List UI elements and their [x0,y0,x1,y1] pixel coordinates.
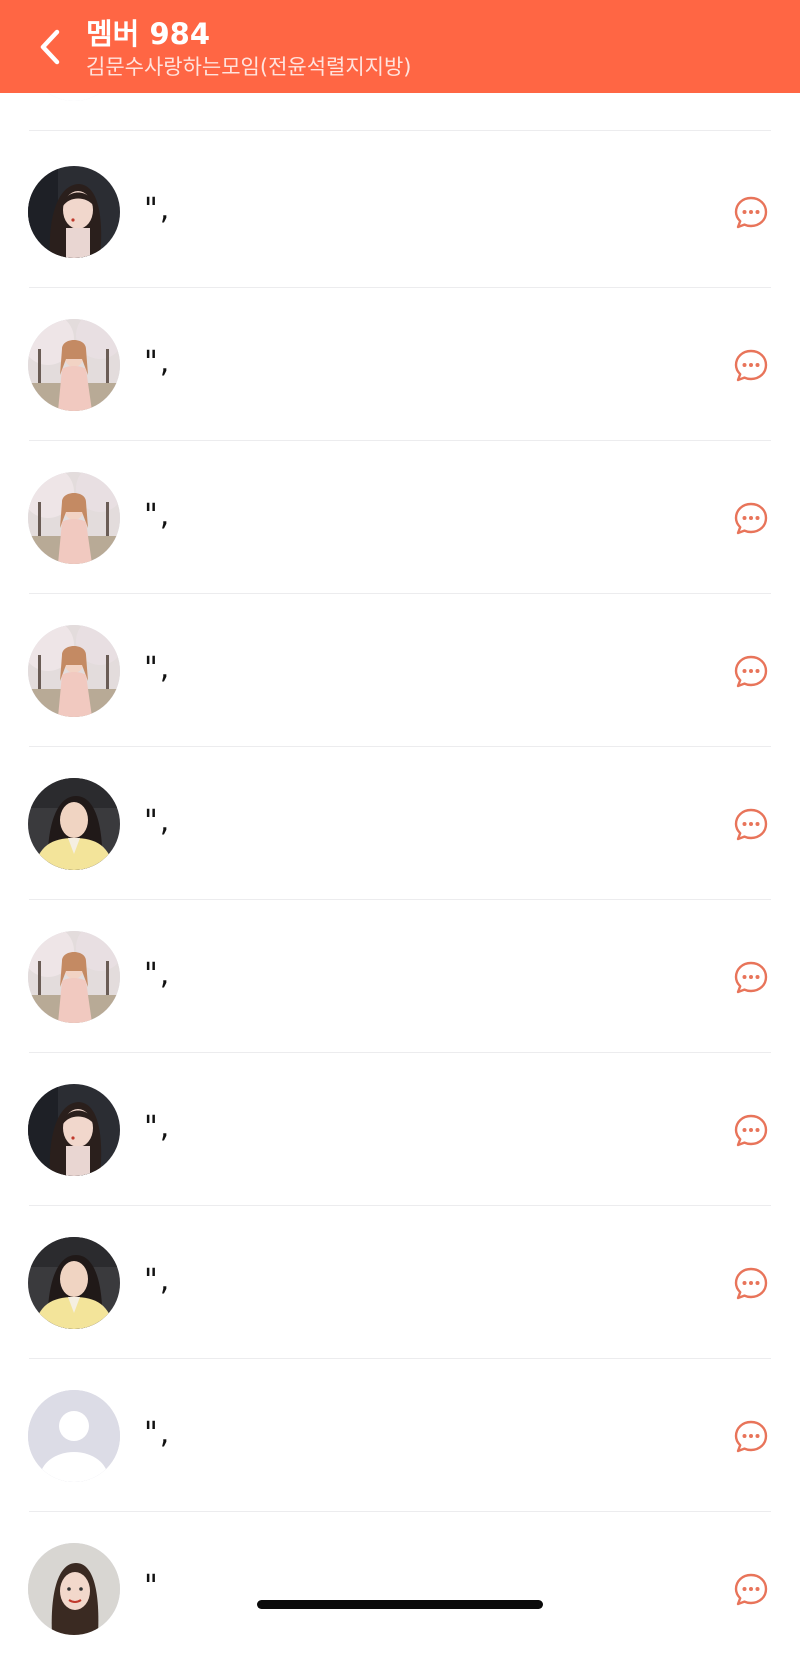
chat-bubble-icon [733,1573,769,1612]
chat-button[interactable] [733,1572,769,1608]
member-avatar[interactable] [28,931,120,1023]
page-title: 멤버 984 [86,17,210,51]
chat-button[interactable] [733,348,769,384]
chat-button[interactable] [733,1266,769,1302]
member-avatar[interactable] [28,1390,120,1482]
member-avatar[interactable] [28,472,120,564]
chat-bubble-icon [733,1114,769,1153]
member-row[interactable]: ", [0,900,800,1053]
member-row[interactable]: ", [0,747,800,900]
chat-button[interactable] [733,1113,769,1149]
chat-bubble-icon [733,349,769,388]
member-name: ", [144,1416,172,1451]
chat-button[interactable] [733,1419,769,1455]
member-name: ", [144,345,172,380]
member-name: ", [144,804,172,839]
header-text: 멤버 984 김문수사랑하는모임(전윤석렬지지방) [86,16,412,80]
member-name: ", [144,498,172,533]
member-name: ", [144,957,172,992]
chat-button[interactable] [733,654,769,690]
app-header: 멤버 984 김문수사랑하는모임(전윤석렬지지방) [0,0,800,93]
member-name: " [144,1569,160,1604]
member-avatar[interactable] [28,778,120,870]
chat-button[interactable] [733,960,769,996]
member-row[interactable]: ", [0,135,800,288]
member-row[interactable]: ", [0,1053,800,1206]
chat-bubble-icon [733,808,769,847]
member-name: ", [144,1263,172,1298]
chat-button[interactable] [733,195,769,231]
chat-bubble-icon [733,1420,769,1459]
member-avatar[interactable] [28,319,120,411]
chevron-left-icon [40,29,60,65]
chat-bubble-icon [733,655,769,694]
member-avatar[interactable] [28,166,120,258]
back-button[interactable] [28,22,72,72]
member-avatar[interactable] [28,1084,120,1176]
chat-bubble-icon [733,1267,769,1306]
member-row[interactable]: ", [0,594,800,747]
chat-button[interactable] [733,807,769,843]
member-row[interactable]: " [0,1512,800,1665]
chat-bubble-icon [733,961,769,1000]
member-name: ", [144,192,172,227]
row-divider [29,130,771,131]
member-name: ", [144,651,172,686]
home-indicator[interactable] [257,1600,543,1609]
page-subtitle: 김문수사랑하는모임(전윤석렬지지방) [86,55,412,79]
member-avatar[interactable] [28,1543,120,1635]
chat-bubble-icon [733,196,769,235]
chat-bubble-icon [733,502,769,541]
member-list: ",",",",",",",",","," [0,0,800,1635]
member-row[interactable]: ", [0,441,800,594]
member-avatar[interactable] [28,625,120,717]
chat-button[interactable] [733,501,769,537]
member-row[interactable]: ", [0,1359,800,1512]
member-name: ", [144,1110,172,1145]
member-row[interactable]: ", [0,288,800,441]
member-row[interactable]: ", [0,1206,800,1359]
member-avatar[interactable] [28,1237,120,1329]
